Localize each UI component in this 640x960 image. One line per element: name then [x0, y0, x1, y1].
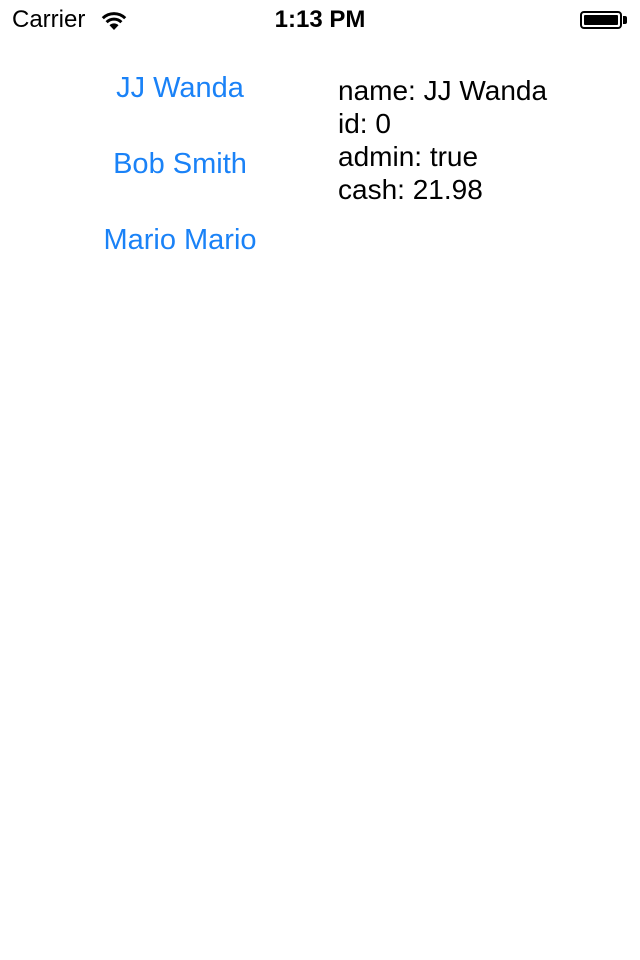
battery-fill — [584, 15, 618, 25]
detail-name: name: JJ Wanda — [338, 75, 548, 106]
status-bar: Carrier 1:13 PM — [0, 0, 640, 40]
detail-id: id: 0 — [338, 108, 391, 139]
battery-icon — [580, 11, 628, 29]
app-screen: Carrier 1:13 PM JJ Wanda Bob Smith Mario… — [0, 0, 640, 960]
detail-cash: cash: 21.98 — [338, 174, 483, 205]
detail-admin: admin: true — [338, 141, 479, 172]
user-button-mario-mario[interactable]: Mario Mario — [60, 218, 300, 262]
user-list: JJ Wanda Bob Smith Mario Mario — [60, 66, 300, 294]
status-time: 1:13 PM — [274, 6, 366, 33]
user-details: name: JJ Wanda id: 0 admin: true cash: 2… — [338, 74, 628, 206]
user-button-jj-wanda[interactable]: JJ Wanda — [60, 66, 300, 110]
user-button-bob-smith[interactable]: Bob Smith — [60, 142, 300, 186]
